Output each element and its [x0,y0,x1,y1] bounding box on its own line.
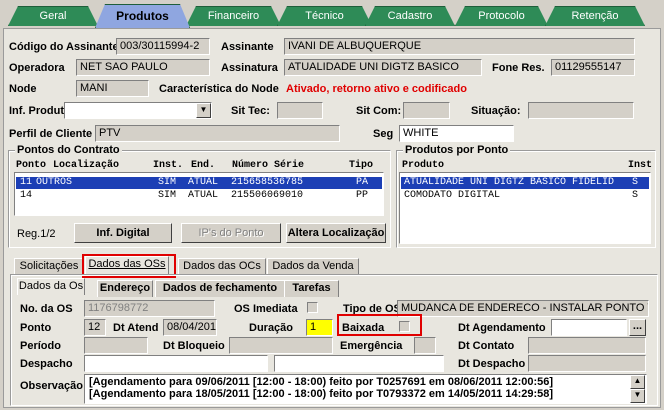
tab-protocolo[interactable]: Protocolo [455,6,548,26]
assinatura-field: ATUALIDADE UNI DIGTZ BASICO [284,59,482,76]
col-end: End. [191,160,216,171]
tipo-os-field: MUDANCA DE ENDERECO - INSTALAR PONTO VOI… [397,300,649,317]
no-os-field: 1176798772 [84,300,215,317]
dt-atend-label: Dt Atend [113,322,159,334]
pontos-list[interactable]: 11 OUTROS SIM ATUAL 215658536785 PA 14 S… [14,172,384,216]
reg-counter: Reg.1/2 [17,228,56,240]
dt-despacho-field [528,355,646,372]
duracao-field: 1 [306,319,333,336]
list-item[interactable]: ATUALIDADE UNI DIGTZ BASICO FIDELID S [401,177,649,189]
sit-com-label: Sit Com: [356,105,402,117]
tab-geral[interactable]: Geral [8,6,98,26]
no-os-label: No. da OS [20,303,73,315]
tab-dados-os[interactable]: Dados da Os [17,278,85,295]
pontos-title: Pontos do Contrato [15,144,122,156]
tab-cadastro[interactable]: Cadastro [365,6,455,26]
os-imediata-checkbox[interactable] [307,302,318,313]
table-row[interactable]: 11 OUTROS SIM ATUAL 215658536785 PA [16,177,382,189]
observacao-textarea[interactable]: [Agendamento para 09/06/2011 [12:00 - 18… [84,374,647,404]
codigo-label: Código do Assinante [9,41,119,53]
col-inst: Inst. [153,160,184,171]
tab-produtos[interactable]: Produtos [95,4,190,28]
node-label: Node [9,83,37,95]
col-ponto: Ponto [16,160,47,171]
dt-contato-label: Dt Contato [458,340,515,352]
situacao-field [528,102,634,119]
ponto-field: 12 [84,319,106,336]
tab-financeiro[interactable]: Financeiro [186,6,281,26]
observacao-line: [Agendamento para 18/05/2011 [12:00 - 18… [89,388,554,400]
inf-digital-button[interactable]: Inf. Digital [74,223,172,243]
assinatura-label: Assinatura [221,62,278,74]
tab-solicitacoes[interactable]: Solicitações [14,258,84,275]
observacao-line: [Agendamento para 09/06/2011 [12:00 - 18… [89,376,554,388]
perfil-field: PTV [95,125,340,142]
scroll-down-icon[interactable]: ▼ [630,389,645,403]
dt-bloqueio-field [229,337,333,354]
main-tab-bar: Geral Produtos Financeiro Técnico Cadast… [0,0,664,30]
altera-localizacao-button[interactable]: Altera Localização [286,223,386,243]
tab-tarefas[interactable]: Tarefas [284,280,339,297]
sit-com-field [403,102,450,119]
dt-atend-field: 08/04/2011 [163,319,217,336]
tab-dados-venda[interactable]: Dados da Venda [267,258,359,275]
highlight-box [337,314,422,336]
col-numero-serie: Número Série [232,160,305,171]
despacho-label: Despacho [20,358,73,370]
fone-label: Fone Res. [492,62,545,74]
caracteristica-label: Característica do Node [159,83,279,95]
emergencia-label: Emergência [340,340,403,352]
list-item[interactable]: COMODATO DIGITAL S [401,190,649,202]
perfil-label: Perfil de Cliente [9,128,93,140]
tab-tecnico[interactable]: Técnico [277,6,372,26]
tab-dados-ocs[interactable]: Dados das OCs [178,258,266,275]
emergencia-field [414,337,436,354]
fone-field: 01129555147 [551,59,635,76]
sit-tec-field [277,102,323,119]
ips-ponto-button[interactable]: IP's do Ponto [181,223,281,243]
col-produto: Produto [402,160,445,171]
periodo-label: Período [20,340,61,352]
table-row[interactable]: 14 SIM ATUAL 215506069010 PP [16,190,382,202]
col-tipo: Tipo [349,160,374,171]
operadora-field: NET SAO PAULO [76,59,210,76]
periodo-field [84,337,148,354]
caracteristica-value: Ativado, retorno ativo e codificado [286,83,467,95]
seg-label: Seg [373,128,394,140]
dt-despacho-label: Dt Despacho [458,358,526,370]
despacho-field[interactable] [84,355,268,372]
col-inst: Inst [628,160,653,171]
assinante-field: IVANI DE ALBUQUERQUE [284,38,635,55]
col-localizacao: Localização [53,160,120,171]
chevron-down-icon[interactable]: ▼ [196,103,211,118]
tab-retencao[interactable]: Retenção [545,6,645,26]
dt-agendamento-label: Dt Agendamento [458,322,546,334]
ponto-label: Ponto [20,322,52,334]
dt-contato-field [528,337,646,354]
operadora-label: Operadora [9,62,65,74]
duracao-label: Duração [249,322,294,334]
sit-tec-label: Sit Tec: [231,105,270,117]
seg-field: WHITE [399,125,514,142]
situacao-label: Situação: [471,105,521,117]
assinante-label: Assinante [221,41,274,53]
scroll-up-icon[interactable]: ▲ [630,375,645,389]
despacho-field-2[interactable] [274,355,444,372]
codigo-field: 003/30115994-2 [116,38,210,55]
tab-dados-fechamento[interactable]: Dados de fechamento [155,280,285,297]
dt-bloqueio-label: Dt Bloqueio [163,340,225,352]
observacao-label: Observação [20,380,83,392]
tab-endereco[interactable]: Endereço [97,280,153,297]
dt-agendamento-field[interactable] [551,319,627,336]
inf-produtos-select[interactable] [64,102,212,119]
produtos-list[interactable]: ATUALIDADE UNI DIGTZ BASICO FIDELID S CO… [399,172,651,244]
os-imediata-label: OS Imediata [234,303,298,315]
produtos-title: Produtos por Ponto [403,144,511,156]
node-field: MANI [76,80,149,97]
ellipsis-button[interactable]: ... [629,319,646,336]
